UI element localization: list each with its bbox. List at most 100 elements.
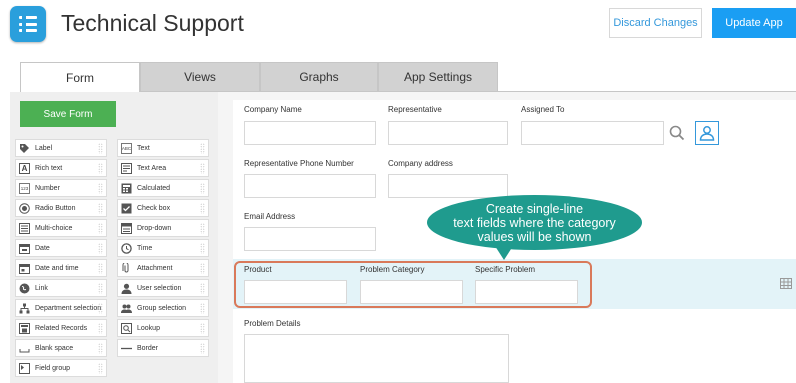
palette-item-multi-choice[interactable]: Multi-choice [15,219,107,237]
palette-item-check-box[interactable]: Check box [117,199,209,217]
palette-item-border[interactable]: Border [117,339,209,357]
problem-details-label: Problem Details [244,319,301,328]
text-area-icon [121,162,132,174]
calculator-icon [121,183,132,194]
tab-bar: Form Views Graphs App Settings [20,62,796,93]
tag-icon [19,143,30,154]
palette-item-label-text: Time [137,244,153,252]
palette-item-text[interactable]: ABC Text [117,139,209,157]
highlight-box [234,261,592,308]
group-icon [121,303,132,314]
app-title: Technical Support [61,10,244,36]
update-app-button[interactable]: Update App [712,8,796,38]
palette-item-user-selection[interactable]: User selection [117,279,209,297]
palette-item-date[interactable]: Date [15,239,107,257]
palette-item-label-text: Date and time [35,264,79,272]
palette-item-time[interactable]: Time [117,239,209,257]
calendar-icon [19,243,30,254]
palette-item-label-text: Group selection [137,304,187,312]
palette-item-calculated[interactable]: Calculated [117,179,209,197]
border-line-icon [121,343,132,354]
assigned-to-label: Assigned To [521,105,565,114]
palette-item-label-text: Border [137,344,159,352]
save-form-button[interactable]: Save Form [20,101,116,127]
palette-item-label-text: Text [137,144,150,152]
company-name-label: Company Name [244,105,302,114]
tab-form[interactable]: Form [20,62,140,93]
rep-phone-field[interactable] [244,174,376,198]
palette-item-attachment[interactable]: Attachment [117,259,209,277]
company-name-field[interactable] [244,121,376,145]
email-field[interactable] [244,227,376,251]
grid-icon[interactable] [780,276,792,289]
search-icon[interactable] [665,121,689,145]
tab-graphs[interactable]: Graphs [260,62,378,92]
palette-item-label-text: Radio Button [35,204,76,212]
org-chart-icon [19,303,30,314]
palette-item-radio-button[interactable]: Radio Button [15,199,107,217]
checkbox-icon [121,203,132,214]
problem-details-field[interactable] [244,334,509,383]
palette-item-label-text: Blank space [35,344,74,352]
callout-line-1: Create single-line [485,202,584,216]
user-select-icon[interactable] [695,121,719,145]
palette-item-label-text: Department selection [35,304,102,312]
palette-item-label-text: Attachment [137,264,173,272]
rich-text-icon: A [19,162,30,174]
palette-item-field-group[interactable]: Field group [15,359,107,377]
palette-item-label-text: Drop-down [137,224,172,232]
tab-app-settings[interactable]: App Settings [378,62,498,92]
palette-item-label-text: Label [35,144,53,152]
palette-item-label-text: Calculated [137,184,171,192]
app-list-icon [10,6,46,42]
clock-icon [121,242,132,254]
palette-item-blank-space[interactable]: Blank space [15,339,107,357]
globe-icon [19,283,30,294]
related-records-icon [19,322,30,334]
palette-item-group-selection[interactable]: Group selection [117,299,209,317]
callout-line-2: text fields where the category [453,216,616,230]
field-group-icon [19,362,30,374]
email-label: Email Address [244,212,296,221]
palette-item-label-text: Check box [137,204,171,212]
assigned-to-field[interactable] [521,121,664,145]
blank-space-icon [19,343,30,354]
lookup-icon [121,322,132,334]
palette-item-link[interactable]: Link [15,279,107,297]
number-icon: 123 [19,182,30,194]
rep-phone-label: Representative Phone Number [244,159,354,168]
tab-views[interactable]: Views [140,62,260,92]
company-address-field[interactable] [388,174,508,198]
palette-item-related-records[interactable]: Related Records [15,319,107,337]
representative-field[interactable] [388,121,508,145]
company-address-label: Company address [388,159,453,168]
calendar-clock-icon [19,263,30,274]
palette-item-date-and-time[interactable]: Date and time [15,259,107,277]
representative-label: Representative [388,105,442,114]
dropdown-icon [121,222,132,234]
radio-icon [19,202,30,214]
palette-item-drop-down[interactable]: Drop-down [117,219,209,237]
palette-item-label-text: Field group [35,364,71,372]
palette-item-rich-text[interactable]: A Rich text [15,159,107,177]
callout-bubble: Create single-line text fields where the… [427,195,642,250]
palette-item-lookup[interactable]: Lookup [117,319,209,337]
palette-item-label-text: Multi-choice [35,224,73,232]
palette-item-label-text: Related Records [35,324,88,332]
palette-item-label-text: Text Area [137,164,167,172]
palette-item-label[interactable]: Label [15,139,107,157]
palette-item-department-selection[interactable]: Department selection [15,299,107,317]
user-icon [121,283,132,294]
palette-item-label-text: Number [35,184,60,192]
palette-item-text-area[interactable]: Text Area [117,159,209,177]
palette-item-label-text: Lookup [137,324,160,332]
palette-item-label-text: User selection [137,284,182,292]
text-field-icon: ABC [121,142,132,154]
palette-item-number[interactable]: 123 Number [15,179,107,197]
callout-line-3: values will be shown [477,230,592,244]
palette-item-label-text: Link [35,284,48,292]
multi-choice-icon [19,222,30,234]
palette-item-label-text: Date [35,244,50,252]
discard-changes-button[interactable]: Discard Changes [609,8,702,38]
paperclip-icon [121,262,132,274]
